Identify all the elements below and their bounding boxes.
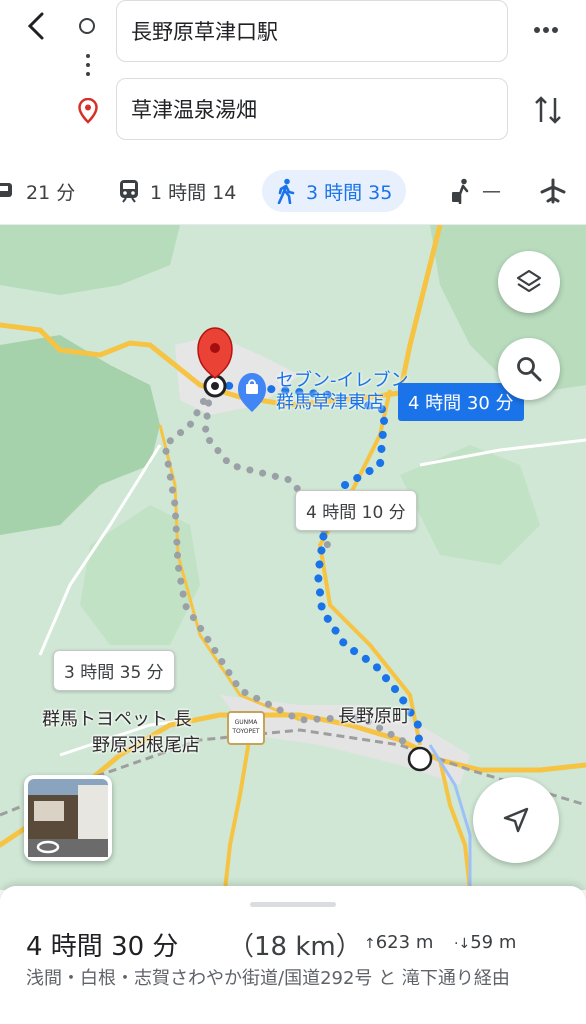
up-arrow-icon: ↑ <box>364 936 376 952</box>
place-town: 長野原町 <box>338 706 410 727</box>
mode-walk[interactable]: 3 時間 35 <box>262 170 407 212</box>
origin-text: 長野原草津口駅 <box>131 20 278 44</box>
descent: ·↓59 m <box>454 932 516 953</box>
mode-walk-label: 3 時間 35 <box>306 181 393 204</box>
car-icon <box>0 183 12 197</box>
layers-icon <box>516 269 542 293</box>
walk-icon <box>277 178 295 204</box>
poi-name-line1: セブン-イレブン <box>276 370 409 391</box>
mode-flight[interactable] <box>540 170 576 212</box>
search-icon <box>517 357 542 382</box>
mode-train-label: 1 時間 14 <box>150 181 237 204</box>
swap-button[interactable] <box>532 92 564 132</box>
back-button[interactable] <box>18 8 54 44</box>
directions-header: 長野原草津口駅 草津温泉湯畑 <box>0 0 586 148</box>
search-button[interactable] <box>498 338 560 400</box>
map-view[interactable]: GUNMA TOYOPET セブン-イレブン 群馬草津東店 4 時間 30 分 … <box>0 225 586 890</box>
layers-button[interactable] <box>498 251 560 313</box>
forest-area <box>400 445 540 565</box>
navigation-arrow-icon <box>503 807 529 833</box>
summary-distance: （18 km） <box>228 932 362 962</box>
poi-name[interactable]: セブン-イレブン 群馬草津東店 <box>276 370 409 414</box>
origin-circle-icon <box>79 18 95 34</box>
travel-mode-bar: 21 分 1 時間 14 3 時間 35 — <box>0 160 586 225</box>
place-toyopet-line1: 群馬トヨペット 長 <box>42 709 192 730</box>
drag-handle[interactable] <box>250 902 336 907</box>
forest-area <box>0 335 160 535</box>
place-toyopet-line2: 野原羽根尾店 <box>92 735 200 756</box>
more-options-button[interactable] <box>530 14 562 50</box>
mode-rideshare[interactable]: — <box>450 170 501 212</box>
toyopet-logo-line1: GUNMA <box>235 719 259 726</box>
down-arrow-icon: ·↓ <box>454 936 471 952</box>
route-via: 浅間・白根・志賀さわやか街道/国道292号 と 滝下通り経由 <box>26 968 510 989</box>
toyopet-logo-line2: TOYOPET <box>231 728 260 735</box>
destination-pin-icon <box>78 97 98 128</box>
mode-car[interactable]: 21 分 <box>0 170 75 212</box>
forest-area <box>0 225 180 295</box>
descent-value: 59 m <box>470 932 517 953</box>
destination-input[interactable]: 草津温泉湯畑 <box>116 78 508 140</box>
route-summary-sheet[interactable]: 4 時間 30 分 （18 km） ↑623 m ·↓59 m 浅間・白根・志賀… <box>0 886 586 1024</box>
alt-route-label-1[interactable]: 4 時間 10 分 <box>295 490 417 531</box>
rideshare-icon <box>452 178 469 204</box>
alt-route-label-2[interactable]: 3 時間 35 分 <box>53 650 175 691</box>
flight-icon <box>540 178 566 204</box>
mode-rideshare-label: — <box>482 180 501 202</box>
origin-input[interactable]: 長野原草津口駅 <box>116 0 508 62</box>
mode-train[interactable]: 1 時間 14 <box>118 170 236 212</box>
train-icon <box>120 180 138 203</box>
mode-car-label: 21 分 <box>26 181 76 204</box>
route-dots-icon <box>86 54 90 81</box>
poi-name-line2: 群馬草津東店 <box>276 392 384 413</box>
street-view-image <box>28 779 108 857</box>
my-location-button[interactable] <box>473 777 559 863</box>
place-toyopet[interactable]: 群馬トヨペット 長 野原羽根尾店 <box>42 707 200 759</box>
street-view-thumbnail[interactable] <box>24 775 112 861</box>
destination-text: 草津温泉湯畑 <box>131 98 257 122</box>
ascent-value: 623 m <box>375 932 434 953</box>
ascent: ↑623 m <box>364 932 433 953</box>
summary-time: 4 時間 30 分 <box>26 932 179 962</box>
